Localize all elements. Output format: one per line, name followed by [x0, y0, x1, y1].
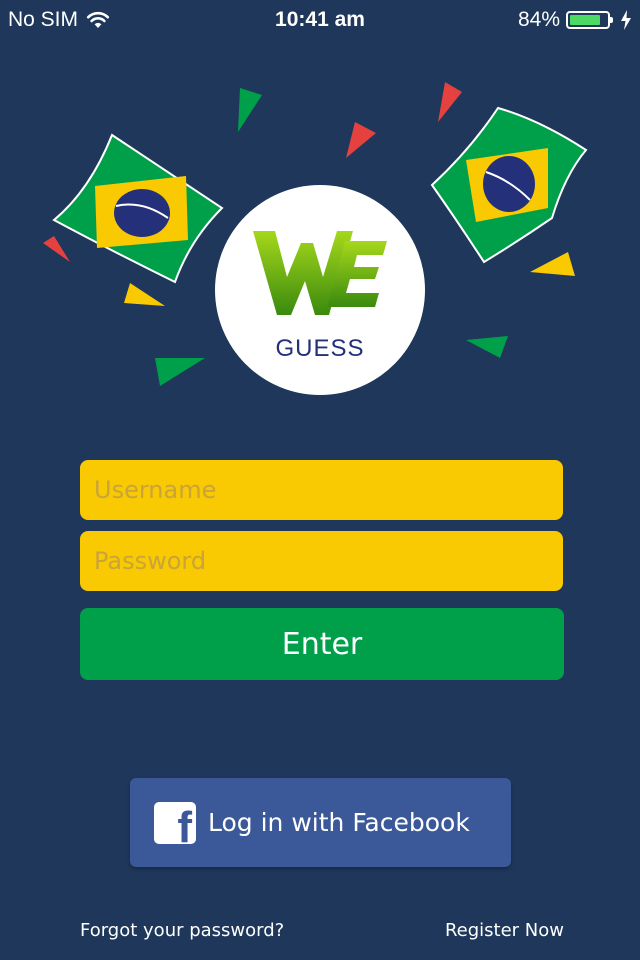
confetti-green-top — [238, 88, 262, 132]
brazil-flag-left — [52, 133, 224, 284]
logo-text: GUESS — [275, 335, 365, 362]
facebook-login-label: Log in with Facebook — [208, 808, 470, 837]
battery-icon — [566, 11, 613, 29]
battery-percent: 84% — [517, 8, 560, 31]
battery-level — [570, 15, 601, 25]
password-input[interactable] — [80, 531, 563, 591]
status-bar: No SIM 10:41 am 84% — [0, 0, 640, 40]
hero-graphic: GUESS — [0, 60, 640, 420]
confetti-red-left — [43, 236, 70, 262]
charging-icon — [621, 10, 631, 30]
facebook-icon: f — [154, 801, 196, 844]
confetti-red-top — [346, 122, 376, 158]
confetti-yellow-right — [530, 252, 575, 276]
register-now-link[interactable]: Register Now — [445, 920, 564, 941]
confetti-yellow-left — [124, 283, 165, 306]
brazil-flag-right — [430, 106, 588, 264]
forgot-password-link[interactable]: Forgot your password? — [80, 920, 284, 941]
we-logo-icon — [253, 231, 387, 315]
facebook-login-button[interactable]: f Log in with Facebook — [130, 778, 511, 867]
confetti-green-right — [466, 336, 508, 358]
username-input[interactable] — [80, 460, 563, 520]
enter-button-label: Enter — [281, 626, 363, 662]
enter-button[interactable]: Enter — [80, 608, 564, 680]
status-right: 84% — [518, 8, 632, 32]
login-screen: No SIM 10:41 am 84% GUESS Username Enter… — [0, 0, 640, 960]
confetti-green-left — [155, 358, 205, 386]
confetti-red-right — [438, 82, 462, 122]
logo-badge: GUESS — [215, 185, 425, 395]
